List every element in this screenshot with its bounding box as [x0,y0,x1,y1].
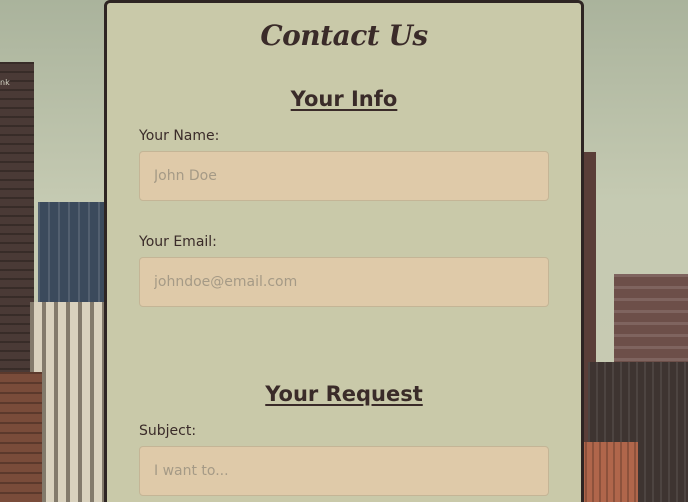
building-left-brick [0,372,42,502]
email-input[interactable] [139,257,549,307]
background-sign-text: nk [0,78,10,87]
subject-label: Subject: [139,423,197,439]
section-title-request: Your Request [265,382,423,406]
name-input[interactable] [139,151,549,201]
page-title: Contact Us [260,19,428,52]
name-label: Your Name: [139,128,220,144]
building-right-brick [578,442,638,502]
contact-form-panel: Contact Us Your Info Your Name: Your Ema… [104,0,584,502]
section-title-info: Your Info [290,87,398,111]
subject-input[interactable] [139,446,549,496]
email-label: Your Email: [139,234,217,250]
